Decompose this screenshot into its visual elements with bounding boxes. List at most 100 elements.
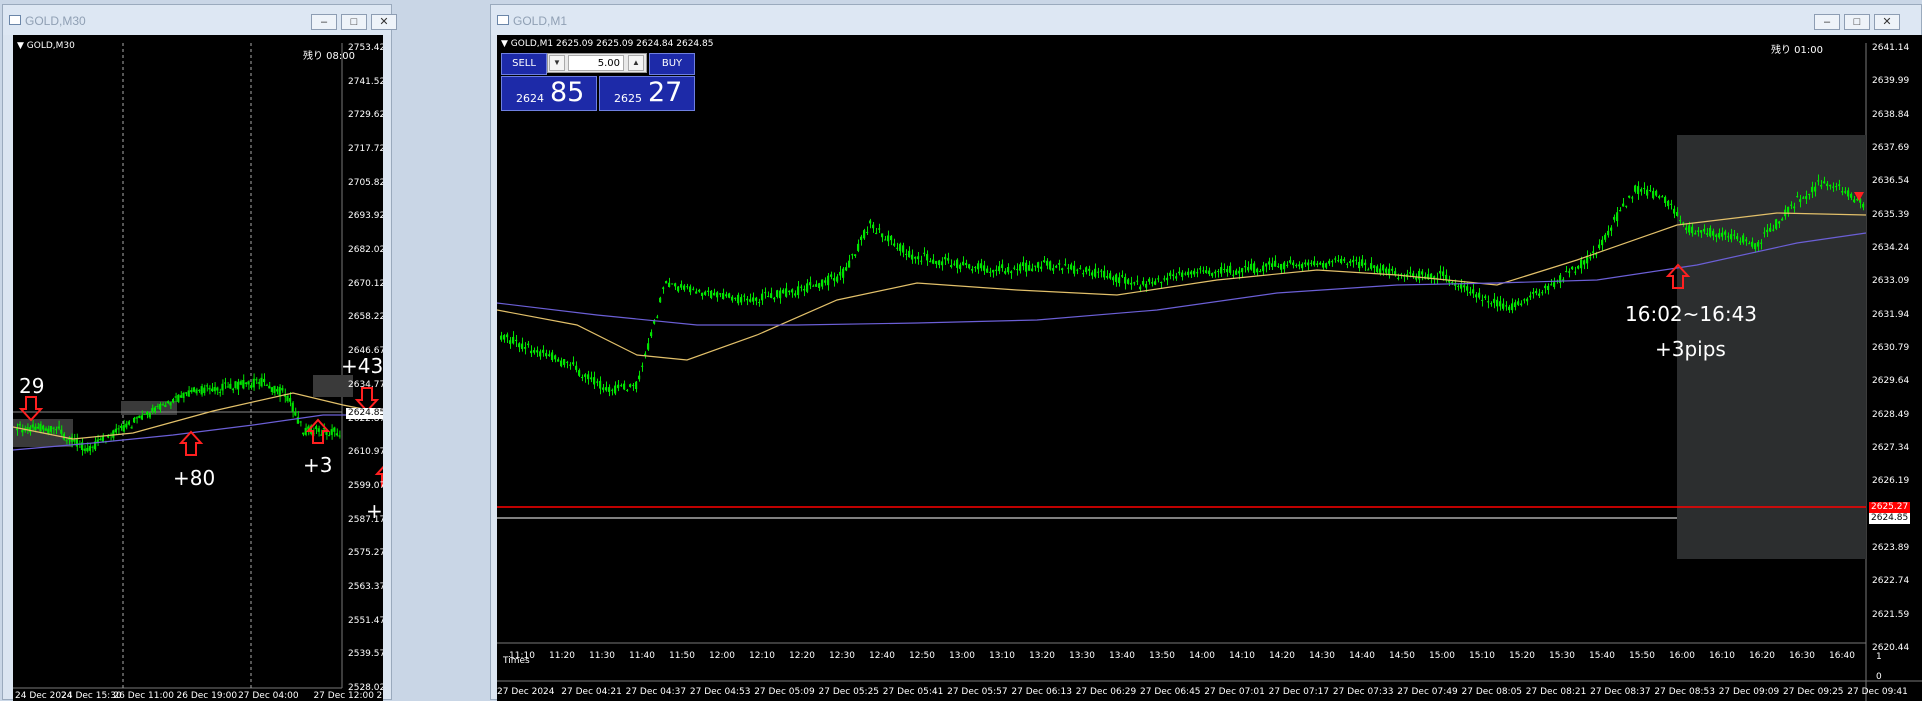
- candle-body: [1523, 299, 1526, 301]
- chart-menu-icon[interactable]: ▼: [17, 41, 24, 51]
- close-icon[interactable]: ✕: [1874, 14, 1900, 30]
- symbol-ohlc-label: GOLD,M1 2625.09 2625.09 2624.84 2624.85: [510, 39, 714, 49]
- price-tick: 2551.47: [348, 615, 383, 626]
- candle-body: [1730, 234, 1733, 240]
- candle-body: [674, 283, 677, 287]
- chart-window-m1[interactable]: GOLD,M1 – □ ✕ ▼ GOLD,M1 2625.09 2625.09 …: [490, 4, 1922, 701]
- time-tick: 27 Dec 07:17: [1268, 687, 1330, 697]
- candle-body: [1154, 281, 1157, 285]
- candle-body: [824, 280, 827, 283]
- price-tick: 2599.07: [348, 480, 383, 491]
- candle-body: [1364, 262, 1367, 266]
- candle-body: [698, 289, 701, 292]
- volume-up-icon[interactable]: ▲: [628, 55, 644, 71]
- candle-body: [809, 282, 812, 286]
- candle-body: [1718, 233, 1721, 238]
- price-tick: 2626.19: [1872, 476, 1910, 487]
- candle-body: [989, 271, 992, 273]
- close-icon[interactable]: ✕: [371, 14, 397, 30]
- candle-body: [1583, 260, 1586, 265]
- chart-window-m30[interactable]: GOLD,M30 – □ ✕ ▼ GOLD,M30 残り 08:00 2753.…: [2, 4, 397, 701]
- sell-button[interactable]: SELL: [501, 53, 547, 75]
- volume-down-icon[interactable]: ▼: [549, 55, 565, 71]
- session-time: 14:50: [1389, 651, 1415, 661]
- m1-chart-canvas[interactable]: [497, 35, 1922, 701]
- price-tick: 2635.39: [1872, 209, 1910, 220]
- candle-body: [1685, 227, 1688, 230]
- window-titlebar[interactable]: GOLD,M30 – □ ✕: [3, 5, 397, 35]
- candle-body: [1301, 264, 1304, 269]
- sell-price-prefix: 2624: [516, 92, 544, 105]
- candle-body: [1118, 277, 1121, 284]
- sell-price-box[interactable]: 2624 85: [501, 76, 597, 111]
- buy-price-box[interactable]: 2625 27: [599, 76, 695, 111]
- candle-body: [665, 281, 668, 284]
- candle-body: [1181, 272, 1184, 277]
- trade-zone: [313, 375, 353, 397]
- candle-body: [1736, 236, 1739, 240]
- candle-body: [1226, 269, 1229, 273]
- subwindow-axis-bottom: 0: [1876, 672, 1882, 682]
- candle-body: [1124, 276, 1127, 284]
- candle-body: [1796, 196, 1799, 198]
- candle-body: [1631, 197, 1634, 199]
- candle-body: [893, 243, 896, 246]
- candle-body: [866, 231, 869, 233]
- candle-body: [923, 252, 926, 254]
- m30-chart-canvas[interactable]: [13, 35, 383, 701]
- minimize-icon[interactable]: –: [311, 14, 337, 30]
- candle-body: [1046, 260, 1049, 266]
- volume-input[interactable]: [568, 55, 624, 71]
- candle-body: [1205, 270, 1208, 274]
- candle-body: [629, 384, 632, 387]
- candle-body: [1073, 265, 1076, 274]
- annotation-pips: +3pips: [1655, 337, 1726, 361]
- chart-area-m30[interactable]: ▼ GOLD,M30 残り 08:00 2753.42 2741.52 2729.6…: [13, 35, 383, 701]
- minimize-icon[interactable]: –: [1814, 14, 1840, 30]
- candle-body: [143, 413, 146, 415]
- candle-body: [229, 383, 232, 389]
- subwindow-times-label: Times: [503, 656, 530, 666]
- candle-body: [1091, 272, 1094, 276]
- candle-body: [224, 382, 227, 384]
- candle-body: [88, 446, 91, 451]
- candle-body: [1739, 241, 1742, 243]
- candle-body: [764, 292, 767, 294]
- candle-body: [260, 377, 263, 387]
- candle-body: [1568, 271, 1571, 273]
- window-title: GOLD,M30: [25, 14, 86, 28]
- chart-area-m1[interactable]: ▼ GOLD,M1 2625.09 2625.09 2624.84 2624.8…: [497, 35, 1922, 701]
- candle-body: [21, 430, 24, 433]
- buy-button[interactable]: BUY: [649, 53, 695, 75]
- candle-body: [827, 275, 830, 286]
- candle-body: [821, 279, 824, 287]
- candle-body: [1409, 272, 1412, 274]
- candle-body: [782, 289, 785, 294]
- candle-body: [49, 425, 52, 432]
- candle-body: [779, 290, 782, 299]
- price-tick: 2563.37: [348, 581, 383, 592]
- price-tick: 2717.72: [348, 144, 383, 155]
- candle-body: [557, 359, 560, 362]
- candle-body: [101, 436, 104, 443]
- maximize-icon[interactable]: □: [1844, 14, 1870, 30]
- candle-body: [536, 350, 539, 353]
- time-tick: 27 Dec 08:21: [1525, 687, 1587, 697]
- candle-body: [773, 297, 776, 300]
- candle-body: [1811, 186, 1814, 193]
- chart-menu-icon[interactable]: ▼: [501, 39, 508, 49]
- candle-body: [551, 352, 554, 361]
- candle-body: [1502, 303, 1505, 309]
- price-tick: 2622.74: [1872, 576, 1910, 587]
- candle-body: [560, 360, 563, 367]
- candle-body: [1223, 268, 1226, 270]
- candle-body: [1511, 303, 1514, 311]
- maximize-icon[interactable]: □: [341, 14, 367, 30]
- candle-body: [797, 286, 800, 296]
- window-titlebar[interactable]: GOLD,M1 – □ ✕: [491, 5, 1921, 35]
- candle-body: [1361, 259, 1364, 266]
- candle-body: [1517, 301, 1520, 305]
- candle-body: [896, 247, 899, 249]
- candle-body: [187, 390, 190, 397]
- candle-body: [335, 433, 338, 436]
